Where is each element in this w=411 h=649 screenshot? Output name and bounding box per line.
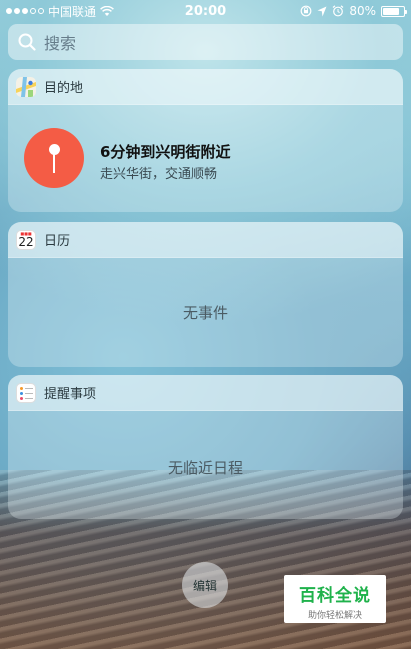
calendar-icon-day: 22 [18, 234, 34, 249]
destination-widget-header[interactable]: 目的地 [8, 69, 403, 105]
maps-app-icon [16, 76, 36, 97]
reminders-app-icon [16, 382, 36, 403]
route-title: 6分钟到兴明街附近 [100, 143, 231, 161]
reminders-title: 提醒事项 [44, 387, 97, 402]
map-pin-icon [24, 128, 84, 188]
search-placeholder: 搜索 [44, 34, 77, 53]
calendar-empty-text: 无事件 [182, 304, 228, 322]
reminders-widget[interactable]: 提醒事项 无临近日程 [8, 375, 403, 519]
status-bar: 中国联通 20:00 80% [0, 0, 411, 22]
watermark-main: 百科全说 [299, 586, 371, 606]
destination-title: 目的地 [44, 81, 84, 96]
route-subtitle: 走兴华街，交通顺畅 [100, 167, 218, 182]
status-time: 20:00 [184, 3, 227, 19]
reminders-empty-text: 无临近日程 [167, 459, 243, 477]
search-field[interactable]: 搜索 [8, 24, 403, 60]
destination-widget[interactable]: 目的地 6分钟到兴明街附近 走兴华街，交通顺畅 [8, 69, 403, 212]
battery-icon [381, 5, 407, 17]
reminders-widget-header[interactable]: 提醒事项 [8, 375, 403, 411]
reminders-body: 无临近日程 [8, 411, 403, 519]
calendar-body: 无事件 [8, 258, 403, 367]
watermark-logo: 百科全说 助你轻松解决 [284, 575, 386, 623]
calendar-title: 日历 [44, 234, 71, 249]
watermark-sub: 助你轻松解决 [307, 611, 362, 621]
search-icon [18, 33, 36, 51]
calendar-app-icon: ■■■ 22 [16, 229, 36, 250]
calendar-widget[interactable]: ■■■ 22 日历 无事件 [8, 222, 403, 367]
calendar-widget-header[interactable]: ■■■ 22 日历 [8, 222, 403, 258]
destination-body[interactable]: 6分钟到兴明街附近 走兴华街，交通顺畅 [8, 105, 403, 212]
edit-button[interactable]: 编辑 [182, 562, 228, 608]
